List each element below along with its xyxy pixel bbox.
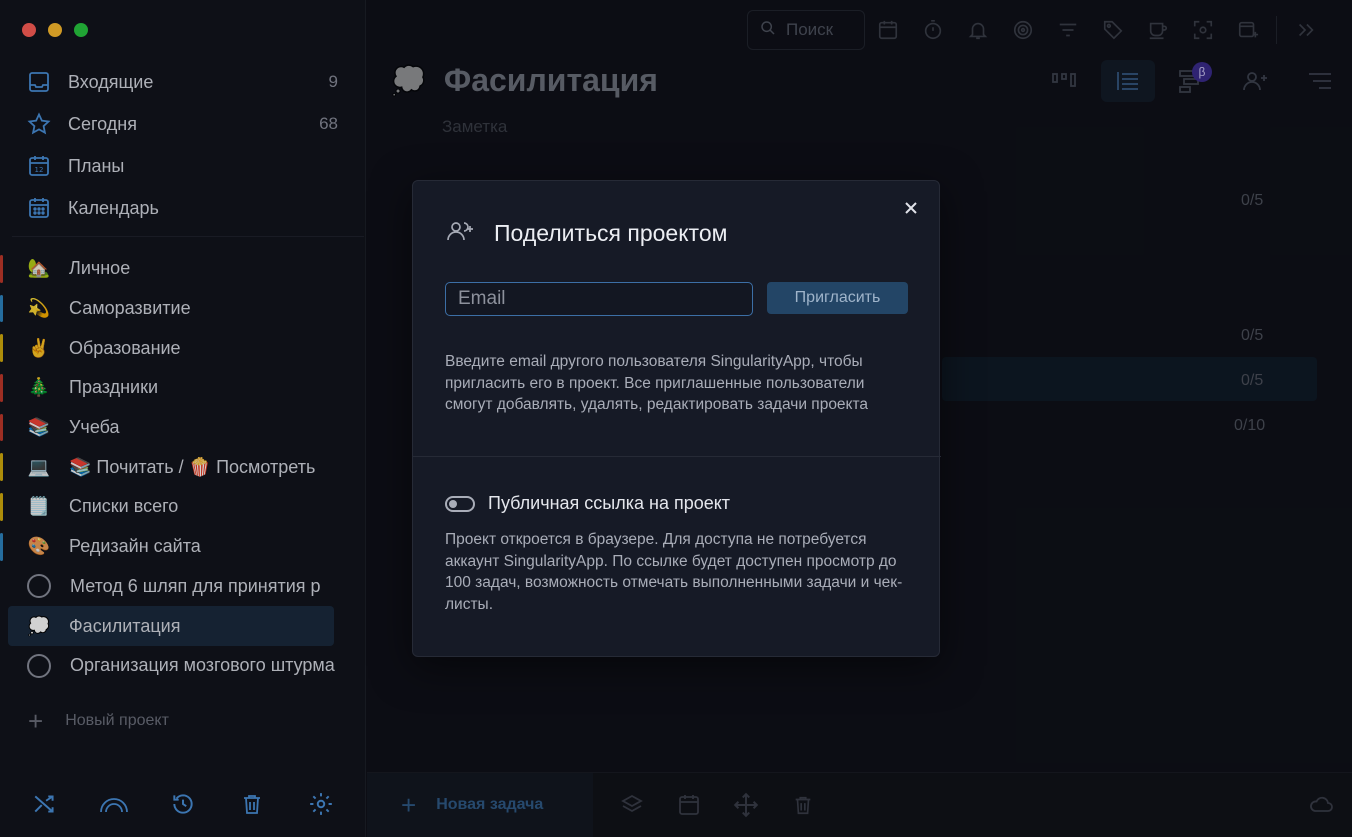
- dialog-header: Поделиться проектом: [446, 219, 727, 248]
- public-link-row: Публичная ссылка на проект: [445, 493, 730, 514]
- public-link-toggle[interactable]: [445, 495, 475, 512]
- add-user-icon: [446, 219, 476, 248]
- share-project-dialog: Поделиться проектом Пригласить Введите e…: [412, 180, 941, 657]
- invite-button[interactable]: Пригласить: [767, 282, 908, 314]
- invite-description: Введите email другого пользователя Singu…: [445, 353, 869, 413]
- public-link-description: Проект откроется в браузере. Для доступа…: [445, 531, 903, 613]
- dialog-divider: [413, 456, 941, 457]
- email-field[interactable]: [445, 282, 753, 316]
- dialog-title: Поделиться проектом: [494, 220, 728, 246]
- public-link-label: Публичная ссылка на проект: [488, 493, 731, 513]
- close-icon[interactable]: [901, 198, 921, 218]
